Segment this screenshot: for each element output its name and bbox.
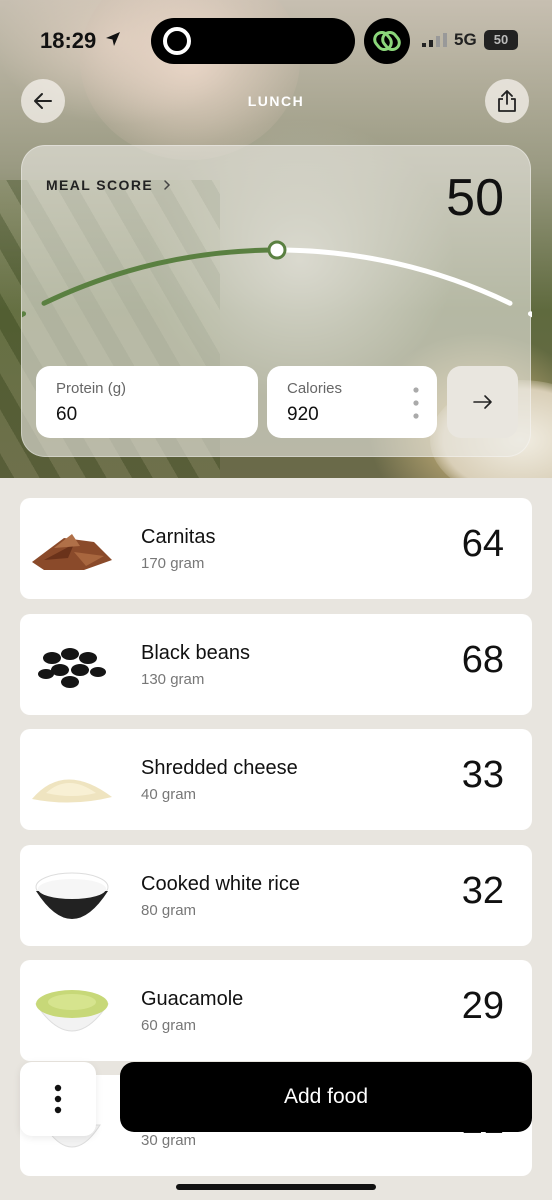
protein-value: 60	[56, 404, 78, 425]
food-quantity: 130 gram	[141, 671, 205, 688]
gauge-segment	[22, 311, 27, 318]
calories-field[interactable]: Calories 920	[267, 366, 437, 438]
food-score: 64	[461, 523, 504, 565]
meal-score-link[interactable]: MEAL SCORE	[46, 177, 171, 193]
location-arrow-icon	[106, 32, 120, 46]
status-bar: 18:29 5G 50	[0, 18, 552, 66]
calories-label: Calories	[287, 380, 343, 397]
add-food-button[interactable]: Add food	[120, 1062, 532, 1132]
food-score: 32	[461, 870, 504, 912]
home-indicator	[176, 1184, 376, 1190]
protein-field[interactable]: Protein (g) 60	[36, 366, 258, 438]
food-quantity: 40 gram	[141, 786, 197, 803]
more-vertical-icon	[54, 1084, 62, 1114]
share-button[interactable]	[485, 79, 529, 123]
meal-score-label: MEAL SCORE	[46, 177, 154, 193]
food-quantity: 30 gram	[141, 1132, 197, 1149]
signal-strength-icon	[422, 33, 447, 47]
food-list-item[interactable]: Carnitas 170 gram 64	[20, 498, 532, 599]
drag-handle-icon[interactable]	[413, 386, 419, 420]
meal-score-card[interactable]: MEAL SCORE 50 Protein (g) 60 Calories 92…	[21, 145, 532, 457]
page-title: LUNCH	[247, 93, 305, 109]
food-image	[24, 743, 120, 815]
food-name: Shredded cheese	[141, 757, 298, 779]
food-quantity: 60 gram	[141, 1017, 197, 1034]
island-activity-icon	[163, 27, 191, 55]
food-name: Cooked white rice	[141, 873, 300, 895]
linked-rings-app-icon	[364, 18, 410, 64]
food-score: 68	[461, 639, 504, 681]
food-score: 29	[461, 985, 504, 1027]
more-options-button[interactable]	[20, 1062, 96, 1136]
protein-label: Protein (g)	[56, 380, 127, 397]
gauge-segment	[41, 247, 280, 306]
food-score: 33	[461, 754, 504, 796]
network-type: 5G	[454, 30, 477, 49]
food-list-item[interactable]: Guacamole 60 gram 29	[20, 960, 532, 1061]
food-image	[24, 974, 120, 1046]
food-name: Guacamole	[141, 988, 244, 1010]
food-image	[24, 859, 120, 931]
arrow-right-icon	[472, 395, 492, 409]
meal-score-value: 50	[446, 169, 504, 227]
status-time: 18:29	[40, 28, 97, 53]
gauge-segment	[274, 247, 513, 306]
dynamic-island	[151, 18, 355, 64]
food-list-item[interactable]: Black beans 130 gram 68	[20, 614, 532, 715]
food-name: Black beans	[141, 642, 250, 664]
food-list-item[interactable]: Shredded cheese 40 gram 33	[20, 729, 532, 830]
food-image	[24, 628, 120, 700]
gauge-segment	[527, 311, 532, 318]
food-image	[24, 512, 120, 584]
food-quantity: 170 gram	[141, 555, 205, 572]
food-quantity: 80 gram	[141, 902, 197, 919]
food-list-item[interactable]: Cooked white rice 80 gram 32	[20, 845, 532, 946]
calories-value: 920	[287, 404, 319, 425]
next-button[interactable]	[447, 366, 518, 438]
food-name: Carnitas	[141, 526, 216, 548]
battery-indicator: 50	[484, 30, 518, 50]
share-icon	[498, 90, 516, 112]
gauge-indicator	[267, 240, 287, 260]
chevron-right-icon	[164, 180, 171, 190]
